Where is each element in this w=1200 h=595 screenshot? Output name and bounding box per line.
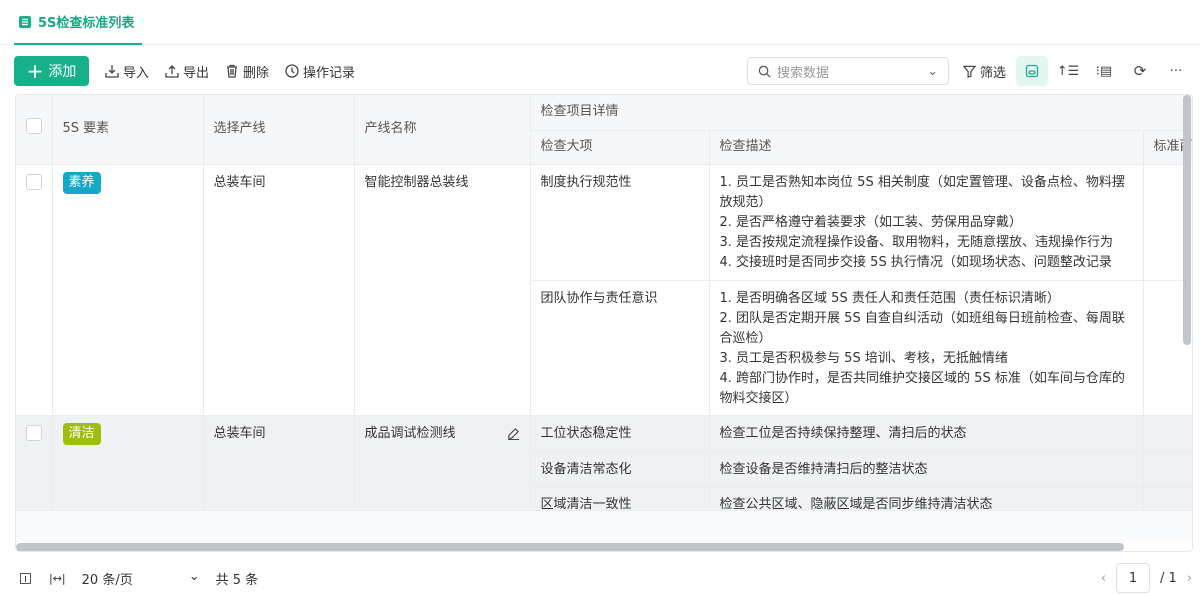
- description-line: 1. 员工是否熟知本岗位 5S 相关制度（如定置管理、设备点检、物料摆放规范）: [719, 174, 1125, 210]
- header-group: 检查项目详情: [530, 95, 1192, 131]
- description-line: 1. 是否明确各区域 5S 责任人和责任范围（责任标识清晰）: [719, 290, 1060, 306]
- current-page-input[interactable]: 1: [1116, 563, 1150, 593]
- vertical-scrollbar[interactable]: [1183, 95, 1191, 345]
- page-size-select[interactable]: 20 条/页 ⌄: [82, 569, 200, 588]
- refresh-icon: ⟳: [1133, 62, 1147, 80]
- data-table: 5S 要素 选择产线 产线名称 检查项目详情 检查大项 检查描述 标准酉 素养 …: [15, 94, 1193, 552]
- header-line-name[interactable]: 产线名称: [354, 95, 531, 165]
- trash-icon: [227, 64, 238, 78]
- line-select-cell[interactable]: 总装车间: [203, 164, 355, 416]
- description-cell[interactable]: 检查工位是否持续保持整理、清扫后的状态: [709, 415, 1144, 452]
- next-page-icon[interactable]: ›: [1187, 571, 1192, 586]
- select-all-checkbox[interactable]: [26, 117, 42, 134]
- header-element[interactable]: 5S 要素: [52, 95, 204, 165]
- delete-label: 删除: [243, 65, 270, 81]
- table-row: 素养 总装车间 智能控制器总装线 制度执行规范性 1. 员工是否熟知本岗位 5S…: [16, 164, 1192, 416]
- more-button[interactable]: ···: [1160, 56, 1192, 86]
- prev-page-icon[interactable]: ‹: [1101, 571, 1106, 586]
- standard-cell[interactable]: [1143, 415, 1192, 452]
- line-select-cell[interactable]: 总装车间: [203, 415, 355, 522]
- tab-5s-standard-list[interactable]: 5S检查标准列表: [14, 0, 142, 45]
- row-checkbox[interactable]: [26, 173, 42, 190]
- clock-icon: [285, 64, 299, 78]
- header-category[interactable]: 检查大项: [530, 130, 710, 165]
- description-line: 2. 是否严格遵守着装要求（如工装、劳保用品穿戴）: [719, 214, 1023, 230]
- description-line: 3. 员工是否积极参与 5S 培训、考核，无抵触情绪: [719, 350, 1008, 366]
- search-placeholder: 搜索数据: [776, 65, 829, 81]
- horizontal-scrollbar[interactable]: [16, 543, 1124, 551]
- history-label: 操作记录: [303, 65, 356, 81]
- download-icon: [105, 65, 119, 78]
- table-row: 清洁 总装车间 成品调试检测线 工位状态稳定性 检查工位是否持续保持整理、清扫后…: [16, 415, 1192, 522]
- tab-bar: 5S检查标准列表: [0, 0, 1200, 45]
- add-button[interactable]: + 添加: [14, 56, 89, 86]
- pagination-bar: ı |↔| 20 条/页 ⌄ 共 5 条 ‹ 1 / 1 ›: [14, 563, 1192, 593]
- category-cell[interactable]: 设备清洁常态化: [530, 451, 710, 487]
- category-cell[interactable]: 团队协作与责任意识: [530, 280, 710, 416]
- view-icon: [1025, 64, 1039, 78]
- export-button[interactable]: 导出: [165, 62, 209, 81]
- description-cell[interactable]: 检查设备是否维持清扫后的整洁状态: [709, 451, 1144, 487]
- fit-width-icon[interactable]: |↔|: [49, 572, 66, 585]
- search-input[interactable]: 搜索数据 ⌄: [746, 57, 949, 85]
- upload-icon: [165, 65, 179, 78]
- tab-title: 5S检查标准列表: [38, 16, 135, 31]
- edit-icon[interactable]: [507, 427, 520, 440]
- sort-icon: ↑☰: [1056, 63, 1080, 79]
- standard-cell[interactable]: [1143, 451, 1192, 487]
- table-list-icon: [19, 15, 31, 28]
- history-button[interactable]: 操作记录: [285, 62, 355, 81]
- search-icon: [758, 65, 771, 78]
- sort-button[interactable]: ↑☰: [1052, 56, 1084, 86]
- import-button[interactable]: 导入: [105, 62, 149, 81]
- filter-button[interactable]: 筛选: [962, 62, 1006, 81]
- select-all-cell: [16, 95, 53, 165]
- columns-icon: ⁝▤: [1095, 63, 1113, 79]
- chevron-down-icon: ⌄: [188, 568, 200, 584]
- plus-icon: +: [26, 59, 44, 83]
- line-name-cell[interactable]: 成品调试检测线: [354, 415, 531, 522]
- description-line: 4. 跨部门协作时，是否共同维护交接区域的 5S 标准（如车间与仓库的物料交接区…: [719, 370, 1125, 406]
- total-pages: / 1: [1160, 570, 1177, 586]
- table-bottom-area: [16, 510, 1192, 543]
- line-name-cell[interactable]: 智能控制器总装线: [354, 164, 531, 416]
- row-checkbox[interactable]: [26, 424, 42, 441]
- description-cell[interactable]: 1. 是否明确各区域 5S 责任人和责任范围（责任标识清晰） 2. 团队是否定期…: [709, 280, 1144, 416]
- description-cell[interactable]: 1. 员工是否熟知本岗位 5S 相关制度（如定置管理、设备点检、物料摆放规范） …: [709, 164, 1144, 281]
- description-line: 3. 是否按规定流程操作设备、取用物料，无随意摆放、违规操作行为: [719, 234, 1114, 250]
- more-icon: ···: [1169, 63, 1183, 79]
- export-label: 导出: [183, 65, 210, 81]
- delete-button[interactable]: 删除: [225, 62, 269, 81]
- refresh-button[interactable]: ⟳: [1124, 56, 1156, 86]
- view-toggle-button[interactable]: [1016, 56, 1048, 86]
- page-size-value: 20 条/页: [81, 572, 133, 588]
- category-cell[interactable]: 工位状态稳定性: [530, 415, 710, 452]
- add-label: 添加: [48, 64, 77, 80]
- description-line: 4. 交接班时是否同步交接 5S 执行情况（如现场状态、问题整改记录: [719, 254, 1112, 270]
- line-name-text: 成品调试检测线: [364, 425, 456, 441]
- element-tag: 清洁: [62, 422, 101, 445]
- header-description[interactable]: 检查描述: [709, 130, 1144, 165]
- header-line-select[interactable]: 选择产线: [203, 95, 355, 165]
- element-tag: 素养: [62, 171, 101, 194]
- total-count: 共 5 条: [215, 572, 259, 588]
- import-label: 导入: [123, 65, 150, 81]
- filter-icon: [962, 65, 976, 78]
- column-settings-button[interactable]: ⁝▤: [1088, 56, 1120, 86]
- filter-label: 筛选: [979, 65, 1006, 81]
- category-cell[interactable]: 制度执行规范性: [530, 164, 710, 281]
- toolbar: + 添加 导入 导出 删除 操作记录 搜索数据 ⌄ 筛选 ↑☰ ⁝▤ ⟳ ···: [14, 55, 1192, 87]
- fit-height-icon[interactable]: ı: [20, 572, 31, 585]
- chevron-down-icon[interactable]: ⌄: [927, 64, 938, 79]
- description-line: 2. 团队是否定期开展 5S 自查自纠活动（如班组每日班前检查、每周联合巡检）: [719, 310, 1125, 346]
